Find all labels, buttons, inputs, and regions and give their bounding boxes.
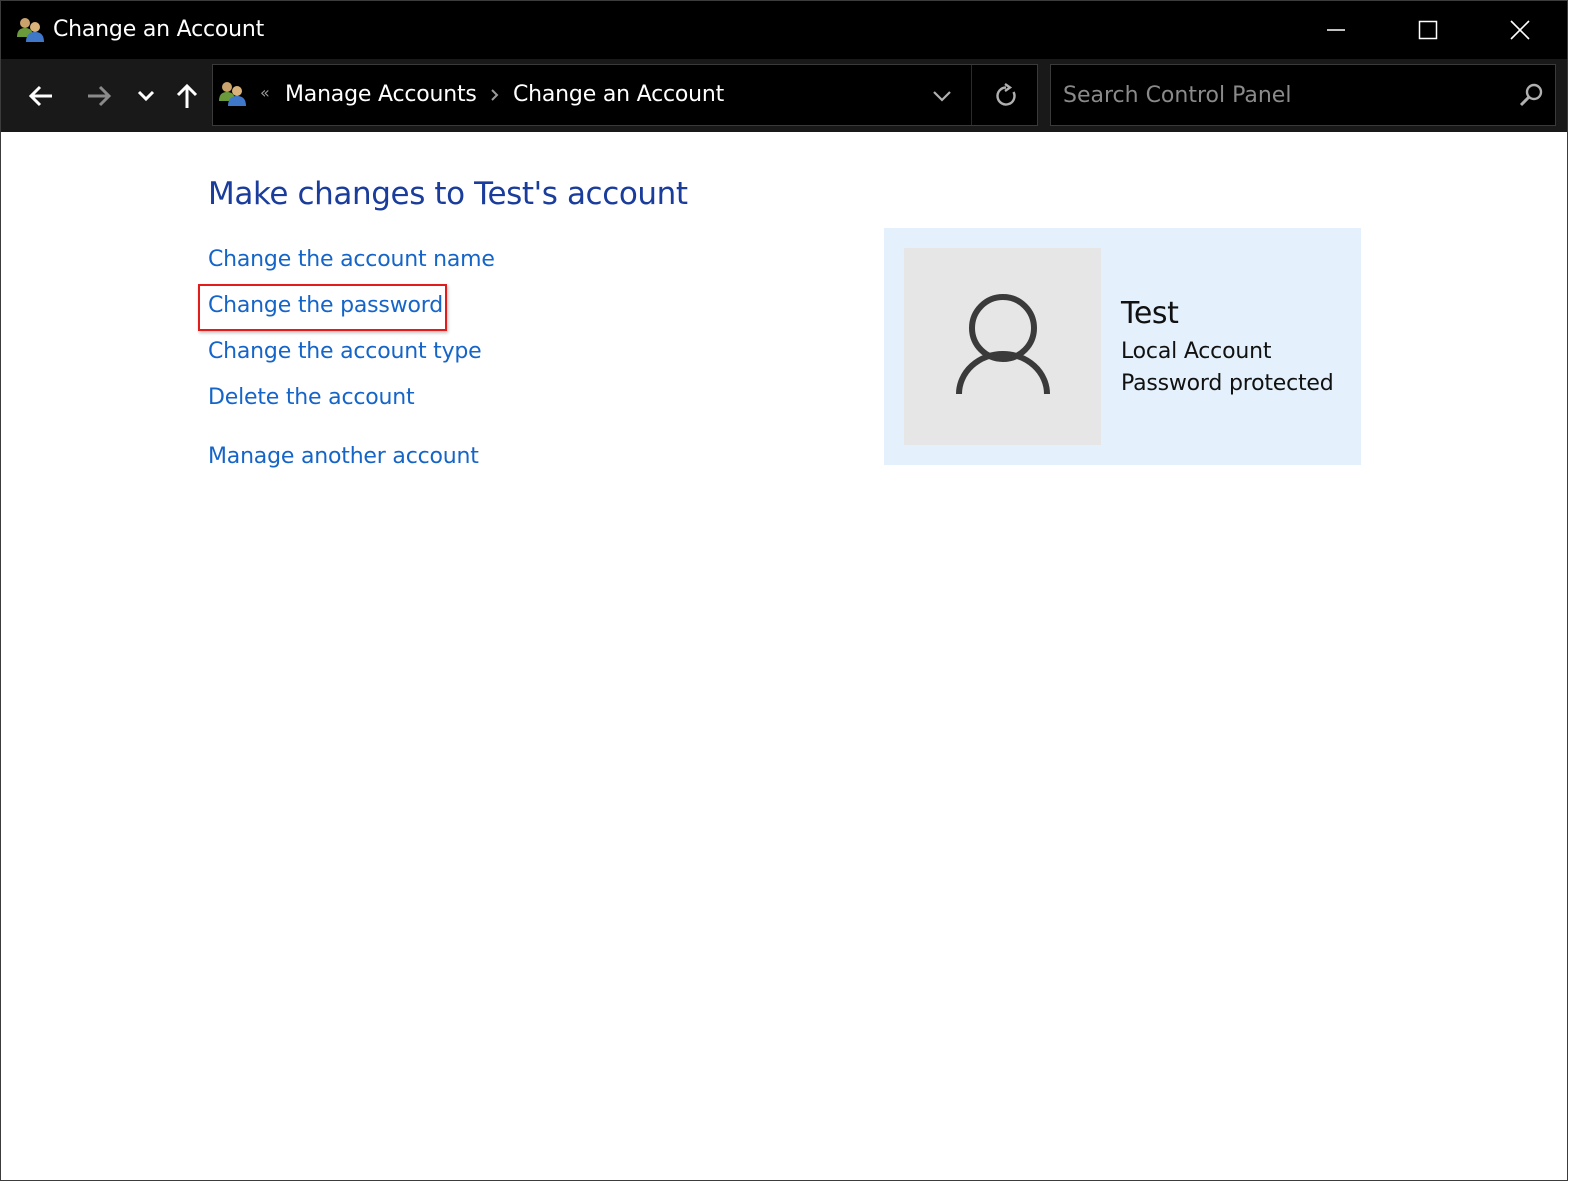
minimize-button[interactable] — [1290, 1, 1382, 59]
close-icon — [1510, 20, 1530, 40]
arrow-left-icon — [28, 85, 52, 107]
change-password-link[interactable]: Change the password — [208, 291, 443, 321]
search-input[interactable] — [1051, 65, 1511, 125]
address-history-button[interactable] — [921, 81, 963, 111]
delete-account-link[interactable]: Delete the account — [208, 383, 415, 413]
user-accounts-icon — [15, 15, 45, 45]
maximize-icon — [1418, 20, 1438, 40]
account-card: Test Local Account Password protected — [884, 228, 1361, 465]
address-bar[interactable]: « Manage Accounts Change an Account — [212, 64, 1038, 126]
arrow-right-icon — [88, 85, 112, 107]
chevron-down-icon — [933, 91, 951, 102]
back-button[interactable] — [21, 77, 61, 115]
refresh-icon — [996, 83, 1016, 106]
manage-another-account-link[interactable]: Manage another account — [208, 442, 479, 472]
content-pane: Make changes to Test's account Change th… — [1, 132, 1567, 1180]
up-button[interactable] — [169, 77, 205, 115]
account-password-status: Password protected — [1121, 371, 1334, 396]
change-account-name-link[interactable]: Change the account name — [208, 245, 495, 275]
breadcrumb-change-an-account[interactable]: Change an Account — [513, 79, 724, 111]
breadcrumb-manage-accounts[interactable]: Manage Accounts — [285, 79, 477, 111]
close-button[interactable] — [1474, 1, 1566, 59]
maximize-button[interactable] — [1382, 1, 1474, 59]
breadcrumb-overflow[interactable]: « — [260, 83, 270, 102]
avatar — [904, 248, 1101, 445]
forward-button[interactable] — [79, 77, 119, 115]
user-accounts-icon — [217, 79, 249, 111]
arrow-up-icon — [176, 83, 198, 108]
change-account-type-link[interactable]: Change the account type — [208, 337, 482, 367]
account-name: Test — [1121, 296, 1179, 331]
address-divider — [971, 65, 972, 125]
search-icon[interactable] — [1517, 81, 1545, 109]
window-title: Change an Account — [53, 17, 265, 42]
title-bar: Change an Account — [1, 1, 1567, 59]
user-icon — [955, 293, 1050, 394]
search-box[interactable] — [1050, 64, 1556, 126]
chevron-down-icon — [137, 90, 155, 102]
minimize-icon — [1327, 29, 1345, 31]
navigation-bar: « Manage Accounts Change an Account — [1, 59, 1567, 132]
chevron-right-icon[interactable] — [488, 87, 502, 103]
page-title: Make changes to Test's account — [208, 176, 688, 212]
control-panel-window: Change an Account « Manage Accounts Chan… — [0, 0, 1568, 1181]
recent-locations-button[interactable] — [131, 77, 161, 115]
refresh-button[interactable] — [985, 79, 1027, 113]
account-type: Local Account — [1121, 339, 1272, 364]
